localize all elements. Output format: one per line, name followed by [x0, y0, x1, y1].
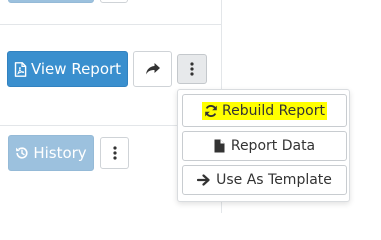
use-as-template-label: Use As Template [216, 172, 332, 188]
report-actions-panel: View Report History Rebuild Report Repor… [0, 0, 381, 213]
more-actions-button[interactable] [177, 54, 207, 84]
history-menu-button[interactable] [100, 137, 129, 169]
view-report-button[interactable]: View Report [7, 51, 128, 87]
vertical-ellipsis-icon [190, 62, 194, 76]
view-report-label: View Report [30, 60, 122, 78]
report-data-menu-item[interactable]: Report Data [182, 131, 347, 161]
file-icon [214, 139, 225, 153]
rebuild-report-label: Rebuild Report [222, 102, 325, 119]
rebuild-report-menu-item[interactable]: Rebuild Report [182, 94, 347, 127]
row1-menu-button[interactable] [100, 0, 128, 3]
history-icon [15, 146, 29, 160]
pdf-file-icon [14, 61, 27, 77]
vertical-ellipsis-icon [112, 146, 117, 160]
row-separator [0, 24, 221, 25]
share-button[interactable] [133, 51, 172, 87]
actions-dropdown-menu: Rebuild Report Report Data Use As Templa… [177, 89, 350, 202]
history-label: History [33, 144, 87, 162]
arrow-right-icon [197, 174, 210, 186]
refresh-icon [204, 104, 218, 118]
share-arrow-icon [145, 62, 161, 76]
use-as-template-menu-item[interactable]: Use As Template [182, 165, 347, 195]
history-button[interactable]: History [8, 135, 94, 171]
highlight-marker: Rebuild Report [202, 101, 327, 120]
row1-primary-button[interactable] [8, 0, 94, 3]
report-data-label: Report Data [230, 138, 316, 154]
